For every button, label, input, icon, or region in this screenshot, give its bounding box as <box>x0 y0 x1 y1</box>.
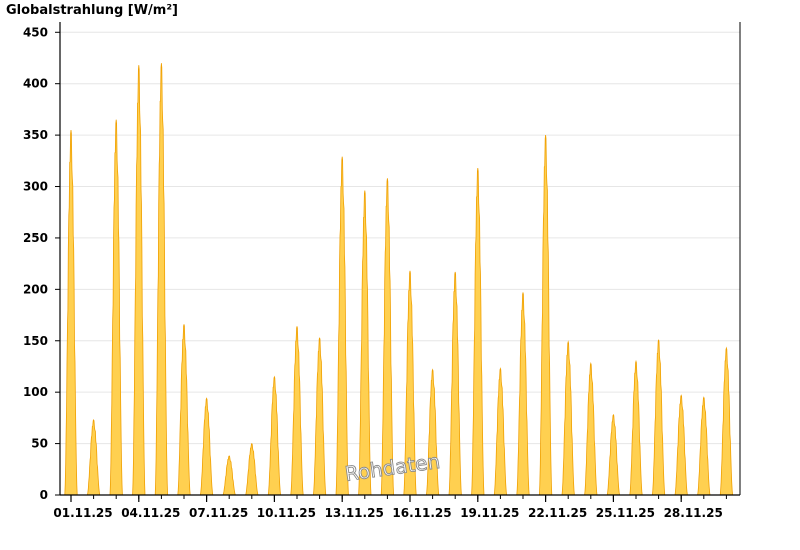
day-peak-19.11.25 <box>471 167 485 496</box>
day-peak-08.11.25 <box>222 455 236 496</box>
x-tick-label: 22.11.25 <box>528 506 587 520</box>
y-tick-label: 200 <box>23 282 48 296</box>
x-tick-label: 25.11.25 <box>596 506 655 520</box>
day-peak-13.11.25 <box>335 156 349 496</box>
x-tick-label: 10.11.25 <box>257 506 316 520</box>
chart-svg: 0 50 100 150 200 250 300 350 400 450 01.11.25 04.1… <box>6 3 741 520</box>
chart-stage: 0 50 100 150 200 250 300 350 400 450 01.11.25 04.1… <box>0 0 800 550</box>
day-peak-07.11.25 <box>199 397 214 496</box>
day-peak-06.11.25 <box>177 324 191 496</box>
day-peak-27.11.25 <box>651 339 666 496</box>
x-tick-labels: 01.11.25 04.11.25 07.11.25 10.11.25 13.11.25… <box>53 506 722 520</box>
x-tick-label: 13.11.25 <box>325 506 384 520</box>
y-tick-label: 400 <box>23 77 48 91</box>
day-peak-05.11.25 <box>154 63 169 496</box>
y-axis-label: Globalstrahlung [W/m²] <box>6 3 178 18</box>
day-peak-21.11.25 <box>516 292 530 496</box>
day-peak-25.11.25 <box>606 413 621 496</box>
x-tick-label: 16.11.25 <box>392 506 451 520</box>
day-peak-15.11.25 <box>380 178 395 496</box>
y-tick-label: 150 <box>23 334 48 348</box>
x-tick-label: 01.11.25 <box>53 506 112 520</box>
day-peak-12.11.25 <box>312 337 327 496</box>
y-tick-label: 300 <box>23 180 48 194</box>
day-peak-11.11.25 <box>290 326 304 496</box>
x-tick-label: 04.11.25 <box>121 506 180 520</box>
day-peak-01.11.25 <box>64 129 78 496</box>
day-peak-18.11.25 <box>448 271 462 496</box>
y-tick-label: 0 <box>40 488 48 502</box>
day-peak-20.11.25 <box>493 367 508 496</box>
day-peak-03.11.25 <box>109 119 123 496</box>
day-peak-10.11.25 <box>267 375 282 496</box>
y-tick-label: 350 <box>23 128 48 142</box>
day-peak-14.11.25 <box>358 190 372 496</box>
x-tick-label: 28.11.25 <box>664 506 723 520</box>
x-tick-label: 07.11.25 <box>189 506 248 520</box>
y-tick-labels: 0 50 100 150 200 250 300 350 400 450 <box>23 25 48 502</box>
y-tick-label: 450 <box>23 25 48 39</box>
y-tick-label: 50 <box>31 437 48 451</box>
day-peak-28.11.25 <box>674 394 688 496</box>
day-peak-23.11.25 <box>561 340 575 496</box>
day-peak-29.11.25 <box>697 396 711 496</box>
y-tick-label: 100 <box>23 385 48 399</box>
day-peak-02.11.25 <box>86 419 101 496</box>
day-peak-24.11.25 <box>584 362 598 496</box>
day-peak-17.11.25 <box>425 368 440 496</box>
series-areas <box>64 63 734 496</box>
day-peak-04.11.25 <box>132 65 146 496</box>
day-peak-30.11.25 <box>719 346 734 496</box>
y-tick-label: 250 <box>23 231 48 245</box>
day-peak-22.11.25 <box>538 135 553 496</box>
day-peak-26.11.25 <box>629 359 643 496</box>
day-peak-09.11.25 <box>245 442 259 496</box>
x-tick-label: 19.11.25 <box>460 506 519 520</box>
